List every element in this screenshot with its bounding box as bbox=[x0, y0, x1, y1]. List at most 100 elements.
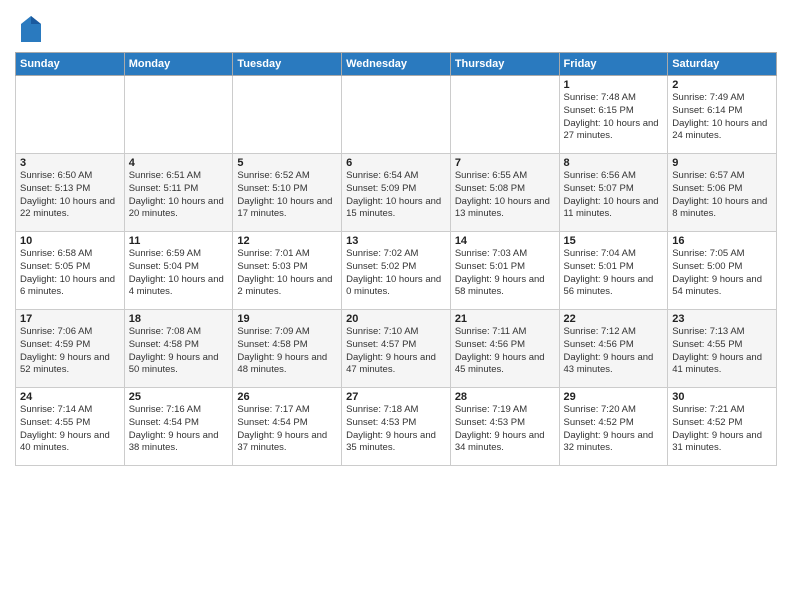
calendar-cell: 16Sunrise: 7:05 AM Sunset: 5:00 PM Dayli… bbox=[668, 232, 777, 310]
day-info: Sunrise: 7:18 AM Sunset: 4:53 PM Dayligh… bbox=[346, 404, 446, 455]
day-number: 25 bbox=[129, 391, 229, 403]
day-info: Sunrise: 7:03 AM Sunset: 5:01 PM Dayligh… bbox=[455, 248, 555, 299]
calendar-cell: 7Sunrise: 6:55 AM Sunset: 5:08 PM Daylig… bbox=[450, 154, 559, 232]
day-info: Sunrise: 6:50 AM Sunset: 5:13 PM Dayligh… bbox=[20, 170, 120, 221]
calendar-cell: 23Sunrise: 7:13 AM Sunset: 4:55 PM Dayli… bbox=[668, 310, 777, 388]
day-number: 16 bbox=[672, 235, 772, 247]
calendar-header-row: SundayMondayTuesdayWednesdayThursdayFrid… bbox=[16, 53, 777, 76]
day-info: Sunrise: 7:48 AM Sunset: 6:15 PM Dayligh… bbox=[564, 92, 664, 143]
day-info: Sunrise: 7:05 AM Sunset: 5:00 PM Dayligh… bbox=[672, 248, 772, 299]
day-number: 5 bbox=[237, 157, 337, 169]
calendar-cell: 28Sunrise: 7:19 AM Sunset: 4:53 PM Dayli… bbox=[450, 388, 559, 466]
day-info: Sunrise: 7:09 AM Sunset: 4:58 PM Dayligh… bbox=[237, 326, 337, 377]
day-number: 20 bbox=[346, 313, 446, 325]
logo bbox=[15, 14, 43, 44]
weekday-header: Monday bbox=[124, 53, 233, 76]
calendar-cell: 12Sunrise: 7:01 AM Sunset: 5:03 PM Dayli… bbox=[233, 232, 342, 310]
day-number: 18 bbox=[129, 313, 229, 325]
calendar-cell: 9Sunrise: 6:57 AM Sunset: 5:06 PM Daylig… bbox=[668, 154, 777, 232]
page-container: SundayMondayTuesdayWednesdayThursdayFrid… bbox=[0, 0, 792, 471]
calendar-cell bbox=[124, 76, 233, 154]
day-info: Sunrise: 7:06 AM Sunset: 4:59 PM Dayligh… bbox=[20, 326, 120, 377]
calendar-cell: 26Sunrise: 7:17 AM Sunset: 4:54 PM Dayli… bbox=[233, 388, 342, 466]
day-info: Sunrise: 7:16 AM Sunset: 4:54 PM Dayligh… bbox=[129, 404, 229, 455]
weekday-header: Thursday bbox=[450, 53, 559, 76]
day-info: Sunrise: 6:58 AM Sunset: 5:05 PM Dayligh… bbox=[20, 248, 120, 299]
day-info: Sunrise: 7:01 AM Sunset: 5:03 PM Dayligh… bbox=[237, 248, 337, 299]
day-number: 12 bbox=[237, 235, 337, 247]
calendar-cell: 4Sunrise: 6:51 AM Sunset: 5:11 PM Daylig… bbox=[124, 154, 233, 232]
day-number: 15 bbox=[564, 235, 664, 247]
weekday-header: Tuesday bbox=[233, 53, 342, 76]
calendar-cell: 11Sunrise: 6:59 AM Sunset: 5:04 PM Dayli… bbox=[124, 232, 233, 310]
day-number: 4 bbox=[129, 157, 229, 169]
day-number: 9 bbox=[672, 157, 772, 169]
calendar-cell: 18Sunrise: 7:08 AM Sunset: 4:58 PM Dayli… bbox=[124, 310, 233, 388]
day-number: 3 bbox=[20, 157, 120, 169]
day-number: 26 bbox=[237, 391, 337, 403]
day-info: Sunrise: 7:11 AM Sunset: 4:56 PM Dayligh… bbox=[455, 326, 555, 377]
day-number: 13 bbox=[346, 235, 446, 247]
calendar-cell: 2Sunrise: 7:49 AM Sunset: 6:14 PM Daylig… bbox=[668, 76, 777, 154]
day-info: Sunrise: 7:13 AM Sunset: 4:55 PM Dayligh… bbox=[672, 326, 772, 377]
day-number: 8 bbox=[564, 157, 664, 169]
day-info: Sunrise: 7:08 AM Sunset: 4:58 PM Dayligh… bbox=[129, 326, 229, 377]
calendar-cell: 27Sunrise: 7:18 AM Sunset: 4:53 PM Dayli… bbox=[342, 388, 451, 466]
calendar-cell: 20Sunrise: 7:10 AM Sunset: 4:57 PM Dayli… bbox=[342, 310, 451, 388]
day-number: 22 bbox=[564, 313, 664, 325]
calendar-week-row: 1Sunrise: 7:48 AM Sunset: 6:15 PM Daylig… bbox=[16, 76, 777, 154]
day-info: Sunrise: 7:02 AM Sunset: 5:02 PM Dayligh… bbox=[346, 248, 446, 299]
calendar-cell: 21Sunrise: 7:11 AM Sunset: 4:56 PM Dayli… bbox=[450, 310, 559, 388]
day-info: Sunrise: 7:49 AM Sunset: 6:14 PM Dayligh… bbox=[672, 92, 772, 143]
day-number: 21 bbox=[455, 313, 555, 325]
calendar-week-row: 10Sunrise: 6:58 AM Sunset: 5:05 PM Dayli… bbox=[16, 232, 777, 310]
day-number: 6 bbox=[346, 157, 446, 169]
calendar-week-row: 17Sunrise: 7:06 AM Sunset: 4:59 PM Dayli… bbox=[16, 310, 777, 388]
day-number: 27 bbox=[346, 391, 446, 403]
day-number: 17 bbox=[20, 313, 120, 325]
day-number: 24 bbox=[20, 391, 120, 403]
calendar-cell bbox=[342, 76, 451, 154]
weekday-header: Wednesday bbox=[342, 53, 451, 76]
weekday-header: Sunday bbox=[16, 53, 125, 76]
day-info: Sunrise: 6:54 AM Sunset: 5:09 PM Dayligh… bbox=[346, 170, 446, 221]
calendar-cell: 19Sunrise: 7:09 AM Sunset: 4:58 PM Dayli… bbox=[233, 310, 342, 388]
day-info: Sunrise: 7:04 AM Sunset: 5:01 PM Dayligh… bbox=[564, 248, 664, 299]
day-info: Sunrise: 7:17 AM Sunset: 4:54 PM Dayligh… bbox=[237, 404, 337, 455]
day-info: Sunrise: 7:19 AM Sunset: 4:53 PM Dayligh… bbox=[455, 404, 555, 455]
day-number: 19 bbox=[237, 313, 337, 325]
day-info: Sunrise: 6:59 AM Sunset: 5:04 PM Dayligh… bbox=[129, 248, 229, 299]
day-number: 2 bbox=[672, 79, 772, 91]
calendar-table: SundayMondayTuesdayWednesdayThursdayFrid… bbox=[15, 52, 777, 466]
calendar-cell: 6Sunrise: 6:54 AM Sunset: 5:09 PM Daylig… bbox=[342, 154, 451, 232]
page-header bbox=[15, 10, 777, 44]
calendar-week-row: 3Sunrise: 6:50 AM Sunset: 5:13 PM Daylig… bbox=[16, 154, 777, 232]
day-number: 10 bbox=[20, 235, 120, 247]
calendar-cell: 30Sunrise: 7:21 AM Sunset: 4:52 PM Dayli… bbox=[668, 388, 777, 466]
day-info: Sunrise: 7:10 AM Sunset: 4:57 PM Dayligh… bbox=[346, 326, 446, 377]
calendar-cell: 15Sunrise: 7:04 AM Sunset: 5:01 PM Dayli… bbox=[559, 232, 668, 310]
calendar-cell bbox=[16, 76, 125, 154]
day-info: Sunrise: 6:51 AM Sunset: 5:11 PM Dayligh… bbox=[129, 170, 229, 221]
calendar-cell: 13Sunrise: 7:02 AM Sunset: 5:02 PM Dayli… bbox=[342, 232, 451, 310]
day-number: 14 bbox=[455, 235, 555, 247]
day-number: 30 bbox=[672, 391, 772, 403]
weekday-header: Saturday bbox=[668, 53, 777, 76]
calendar-cell bbox=[233, 76, 342, 154]
calendar-week-row: 24Sunrise: 7:14 AM Sunset: 4:55 PM Dayli… bbox=[16, 388, 777, 466]
day-info: Sunrise: 7:12 AM Sunset: 4:56 PM Dayligh… bbox=[564, 326, 664, 377]
calendar-cell bbox=[450, 76, 559, 154]
calendar-cell: 3Sunrise: 6:50 AM Sunset: 5:13 PM Daylig… bbox=[16, 154, 125, 232]
day-info: Sunrise: 7:21 AM Sunset: 4:52 PM Dayligh… bbox=[672, 404, 772, 455]
day-number: 11 bbox=[129, 235, 229, 247]
calendar-cell: 14Sunrise: 7:03 AM Sunset: 5:01 PM Dayli… bbox=[450, 232, 559, 310]
day-number: 28 bbox=[455, 391, 555, 403]
logo-icon bbox=[19, 14, 43, 44]
calendar-cell: 8Sunrise: 6:56 AM Sunset: 5:07 PM Daylig… bbox=[559, 154, 668, 232]
calendar-cell: 17Sunrise: 7:06 AM Sunset: 4:59 PM Dayli… bbox=[16, 310, 125, 388]
calendar-cell: 24Sunrise: 7:14 AM Sunset: 4:55 PM Dayli… bbox=[16, 388, 125, 466]
calendar-cell: 10Sunrise: 6:58 AM Sunset: 5:05 PM Dayli… bbox=[16, 232, 125, 310]
day-info: Sunrise: 7:14 AM Sunset: 4:55 PM Dayligh… bbox=[20, 404, 120, 455]
calendar-cell: 29Sunrise: 7:20 AM Sunset: 4:52 PM Dayli… bbox=[559, 388, 668, 466]
calendar-cell: 1Sunrise: 7:48 AM Sunset: 6:15 PM Daylig… bbox=[559, 76, 668, 154]
